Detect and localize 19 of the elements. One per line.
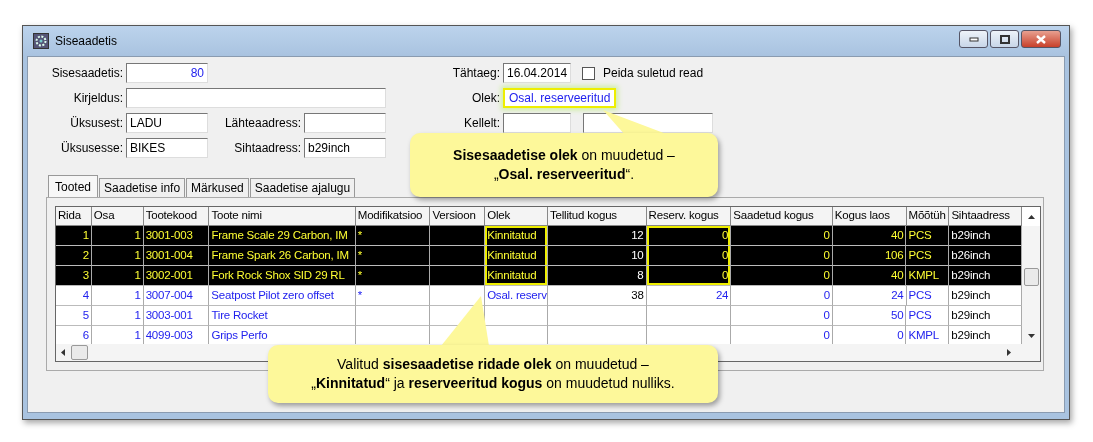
field-label: Kellelt:	[462, 116, 500, 130]
callout-text: Sisesaadetise olek on muudetud – „Osal. reserveeritud“.	[453, 146, 675, 184]
field-label: Kirjeldus:	[72, 91, 123, 105]
field-label: Lähteaadress:	[223, 116, 301, 130]
table-cell: Kinnitatud	[485, 226, 548, 246]
field-label: Tähtaeg:	[451, 66, 500, 80]
table-cell: 0	[646, 226, 732, 246]
field-label: Üksusesse:	[59, 141, 123, 155]
field-label: Üksusest:	[69, 116, 123, 130]
table-cell: Kinnitatud	[485, 246, 548, 266]
table-cell: Kinnitatud	[485, 266, 548, 286]
field-label: Sisesaadetis:	[50, 66, 123, 80]
field-label: Olek:	[471, 91, 500, 105]
field-label: Sihtaadress:	[233, 141, 301, 155]
callout-text: Valitud sisesaadetise ridade olek on muudetud – „Kinnitatud“ ja reserveeritud kogus on muudetud nulliks.	[311, 355, 675, 393]
table-cell: 0	[646, 266, 732, 286]
status-field: Osal. reserveeritud	[503, 88, 617, 108]
window-title: Siseaadetis	[55, 34, 118, 48]
checkbox-label: Peida suletud read	[603, 66, 704, 80]
